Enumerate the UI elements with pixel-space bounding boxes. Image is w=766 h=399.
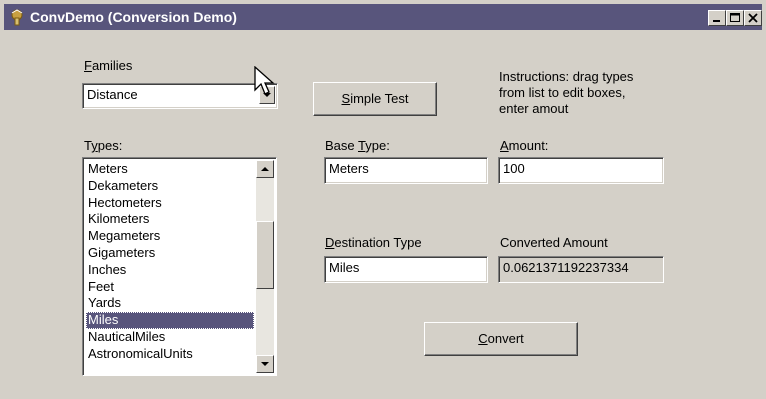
types-label: Types: — [84, 138, 123, 153]
title-bar[interactable]: ConvDemo (Conversion Demo) — [4, 4, 762, 30]
close-button[interactable] — [744, 10, 762, 26]
types-list-items: Meters Dekameters Hectometers Kilometers Meg… — [86, 161, 254, 363]
simple-test-button[interactable]: Simple Test — [313, 82, 437, 116]
scroll-up-button[interactable] — [256, 160, 274, 178]
converted-amount-label: Converted Amount — [500, 235, 608, 250]
list-item[interactable]: Meters — [86, 161, 254, 178]
minimize-button[interactable] — [708, 10, 726, 26]
types-listbox[interactable]: Meters Dekameters Hectometers Kilometers Meg… — [82, 157, 277, 376]
arrow-down-icon — [261, 362, 269, 366]
list-item[interactable]: Feet — [86, 279, 254, 296]
list-item[interactable]: Kilometers — [86, 211, 254, 228]
amount-label: Amount: — [500, 138, 549, 153]
arrow-up-icon — [261, 167, 269, 171]
list-item[interactable]: Yards — [86, 295, 254, 312]
families-label: Families — [84, 58, 133, 73]
list-item[interactable]: Megameters — [86, 228, 254, 245]
converted-amount-field: 0.0621371192237334 — [498, 256, 664, 283]
amount-input[interactable]: 100 — [498, 157, 664, 184]
mouse-cursor-icon — [254, 66, 275, 95]
list-item[interactable]: Dekameters — [86, 178, 254, 195]
base-type-label: Base Type: — [325, 138, 390, 153]
list-item[interactable]: Miles — [86, 312, 254, 329]
list-item[interactable]: Inches — [86, 262, 254, 279]
destination-type-label: Destination Type — [325, 235, 422, 250]
destination-type-input[interactable]: Miles — [324, 256, 488, 283]
delphi-app-icon — [11, 9, 23, 26]
convert-button[interactable]: Convert — [424, 322, 578, 356]
list-item[interactable]: AstronomicalUnits — [86, 346, 254, 363]
types-scrollbar[interactable] — [256, 160, 274, 373]
instructions-text: Instructions: drag types from list to ed… — [499, 69, 634, 116]
maximize-button[interactable] — [726, 10, 744, 26]
scroll-thumb[interactable] — [256, 221, 274, 289]
families-combobox[interactable]: Distance — [82, 83, 278, 109]
main-window: ConvDemo (Conversion Demo) Families Dist… — [0, 0, 766, 399]
list-item[interactable]: Gigameters — [86, 245, 254, 262]
list-item[interactable]: NauticalMiles — [86, 329, 254, 346]
scroll-down-button[interactable] — [256, 355, 274, 373]
base-type-input[interactable]: Meters — [324, 157, 488, 184]
list-item[interactable]: Hectometers — [86, 195, 254, 212]
families-value: Distance — [87, 87, 138, 102]
maximize-icon — [730, 13, 740, 22]
minimize-icon — [713, 20, 720, 22]
window-title: ConvDemo (Conversion Demo) — [30, 9, 237, 25]
close-icon — [748, 13, 758, 23]
